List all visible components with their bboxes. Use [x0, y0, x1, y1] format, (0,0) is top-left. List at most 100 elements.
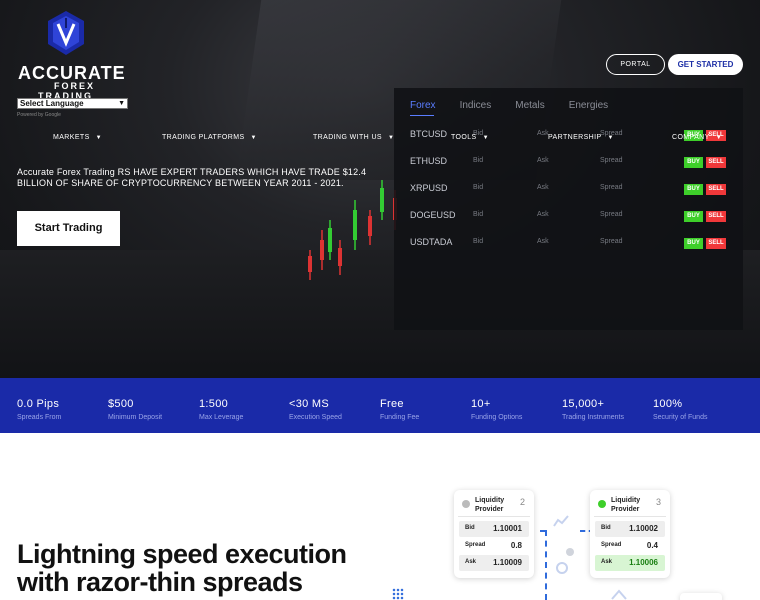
nav-label: TRADING PLATFORMS [162, 134, 245, 141]
market-prices-panel: Forex Indices Metals Energies BTCUSD Bid… [394, 88, 743, 330]
feature-heading: Lightning speed execution with razor-thi… [17, 540, 347, 596]
nav-company[interactable]: COMPANY ▼ [672, 134, 722, 141]
shield-v-icon [48, 11, 84, 55]
nav-label: COMPANY [672, 134, 710, 141]
nav-trading-platforms[interactable]: TRADING PLATFORMS ▼ [162, 134, 257, 141]
brand-name-line2: FOREX [54, 81, 96, 91]
provider-number: 2 [519, 497, 525, 507]
spread-value: Spread [600, 238, 623, 245]
tab-forex[interactable]: Forex [410, 100, 436, 111]
tab-energies[interactable]: Energies [569, 100, 608, 111]
symbol: USDTADA [410, 237, 453, 247]
stat-label: Minimum Deposit [108, 414, 163, 421]
stat-label: Funding Fee [380, 414, 420, 421]
nav-label: TRADING WITH US [313, 134, 382, 141]
stat-label: Max Leverage [199, 414, 244, 421]
stat-label: Security of Funds [653, 414, 708, 421]
provider-title-line2: Provider [611, 506, 640, 513]
stat-item: 10+ Funding Options [471, 398, 522, 421]
spread-value: Spread [600, 157, 623, 164]
sell-button[interactable]: SELL [706, 157, 726, 168]
liquidity-provider-card: Liquidity Provider 3 Bid 1.10002 Spread 0.4… [590, 490, 670, 578]
nav-tools[interactable]: TOOLS ▼ [451, 134, 489, 141]
status-dot-icon [462, 500, 470, 508]
language-select[interactable]: Select Language ▼ [17, 98, 128, 109]
sell-button[interactable]: SELL [706, 211, 726, 222]
stat-value: <30 MS [289, 398, 330, 410]
chart-glyph-icon [553, 515, 569, 527]
stat-item: $500 Minimum Deposit [108, 398, 162, 421]
bid-row: Bid 1.10002 [595, 521, 665, 537]
spread-value: Spread [600, 184, 623, 191]
bid-row: Bid 1.10001 [459, 521, 529, 537]
sell-button[interactable]: SELL [706, 238, 726, 249]
ask-row: Ask 1.10006 [595, 555, 665, 571]
provider-number: 3 [655, 497, 661, 507]
spread-amount: 0.8 [510, 541, 522, 550]
hero-section: ACCURATE FOREX TRADING Select Language ▼… [0, 0, 760, 378]
gear-glyph-icon [556, 562, 568, 574]
price-row: XRPUSD Bid Ask Spread BUY SELL [394, 183, 743, 210]
card-divider [458, 516, 530, 517]
provider-title-line1: Liquidity [475, 497, 505, 504]
bid-value: Bid [473, 238, 484, 245]
nav-partnership[interactable]: PARTNERSHIP ▼ [548, 134, 614, 141]
sell-button[interactable]: SELL [706, 184, 726, 195]
ask-value: Ask [537, 157, 549, 164]
nav-label: TOOLS [451, 134, 477, 141]
spread-amount: 0.4 [646, 541, 658, 550]
bid-value: Bid [473, 184, 484, 191]
bid-value: Bid [473, 211, 484, 218]
stat-label: Trading Instruments [562, 414, 624, 421]
ask-value: Ask [537, 184, 549, 191]
caret-down-icon: ▼ [388, 135, 395, 141]
node-dot [566, 548, 574, 556]
ask-price: 1.10009 [493, 558, 522, 567]
ask-row: Ask 1.10009 [459, 555, 529, 571]
buy-button[interactable]: BUY [684, 184, 703, 195]
provider-title-line2: Provider [475, 506, 504, 513]
liquidity-provider-card: Liquidity Provider 2 Bid 1.10001 Spread 0.8… [454, 490, 534, 578]
stat-value: 0.0 Pips [17, 398, 60, 410]
bid-price: 1.10001 [493, 524, 522, 533]
nav-label: PARTNERSHIP [548, 134, 602, 141]
nav-trading-with-us[interactable]: TRADING WITH US ▼ [313, 134, 394, 141]
tab-metals[interactable]: Metals [515, 100, 544, 111]
caret-down-icon: ▼ [250, 135, 257, 141]
bid-label: Bid [465, 525, 475, 531]
stat-value: $500 [108, 398, 134, 410]
spread-label: Spread [601, 542, 622, 548]
stat-value: 15,000+ [562, 398, 605, 410]
nav-markets[interactable]: MARKETS ▼ [53, 134, 102, 141]
start-trading-button[interactable]: Start Trading [17, 211, 120, 246]
chevron-down-icon: ▼ [118, 100, 125, 107]
stat-value: Free [380, 398, 404, 410]
ask-value: Ask [537, 238, 549, 245]
provider-title: Liquidity Provider [475, 496, 504, 514]
nav-label: MARKETS [53, 134, 90, 141]
feature-heading-line1: Lightning speed execution [17, 539, 347, 569]
buy-button[interactable]: BUY [684, 211, 703, 222]
price-row: USDTADA Bid Ask Spread BUY SELL [394, 237, 743, 264]
symbol: DOGEUSD [410, 210, 456, 220]
caret-down-icon: ▼ [482, 135, 489, 141]
bid-price: 1.10002 [629, 524, 658, 533]
symbol: BTCUSD [410, 129, 448, 139]
spread-row: Spread 0.8 [459, 538, 529, 554]
google-translate-credit: Powered by Google [17, 112, 61, 118]
get-started-button[interactable]: GET STARTED [668, 54, 743, 75]
stat-value: 100% [653, 398, 683, 410]
stat-item: 100% Security of Funds [653, 398, 707, 421]
stat-item: Free Funding Fee [380, 398, 419, 421]
stat-item: 0.0 Pips Spreads From [17, 398, 61, 421]
caret-down-icon: ▼ [715, 135, 723, 141]
tab-indices[interactable]: Indices [460, 100, 492, 111]
buy-button[interactable]: BUY [684, 238, 703, 249]
stat-label: Spreads From [17, 414, 62, 421]
buy-button[interactable]: BUY [684, 157, 703, 168]
stat-item: <30 MS Execution Speed [289, 398, 342, 421]
bid-label: Bid [601, 525, 611, 531]
portal-button[interactable]: PORTAL [606, 54, 665, 75]
stat-item: 1:500 Max Leverage [199, 398, 243, 421]
stat-value: 1:500 [199, 398, 229, 410]
